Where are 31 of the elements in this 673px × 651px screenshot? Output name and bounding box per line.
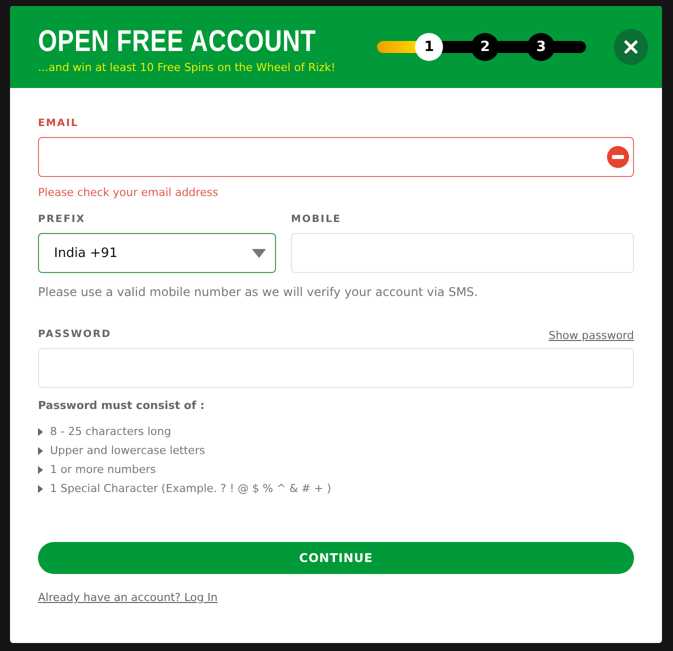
rule-text: Upper and lowercase letters [50,444,206,457]
show-password-link[interactable]: Show password [548,329,634,342]
bullet-icon [38,446,43,454]
field-label: EMAIL [38,118,80,129]
mobile-field[interactable] [291,233,634,273]
login-link[interactable]: Already have an account? Log In [38,591,218,604]
field-label: PREFIX [38,214,86,225]
rule-text: 1 Special Character (Example. ? ! @ $ % ^ & # + ) [50,482,332,495]
email-field[interactable] [38,137,634,177]
bullet-icon [38,428,43,436]
hint-text: Please use a valid mobile number as we will verify your account via SMS. [38,285,479,299]
rule-text: 1 or more numbers [50,463,156,476]
step-indicator: 1 [415,33,444,61]
password-field[interactable] [38,348,634,388]
subtitle: ...and win at least 10 Free Spins on the Wheel of Rizk! [38,60,336,74]
close-icon [624,40,638,54]
bullet-icon [38,466,43,474]
bullet-icon [38,484,43,492]
prefix-dropdown[interactable]: India +91 [38,233,276,273]
rules-heading: Password must consist of : [38,399,206,412]
error-message: Please check your email address [38,186,220,199]
modal-title: OPEN FREE ACCOUNT [38,24,316,58]
error-icon [607,146,629,168]
step-indicator: 2 [471,33,500,61]
step-indicator: 3 [527,33,556,61]
continue-button[interactable]: CONTINUE [38,542,634,574]
dropdown-caret-icon [252,248,266,258]
close-button[interactable] [614,29,648,65]
field-label: MOBILE [291,214,342,225]
field-label: PASSWORD [38,329,112,340]
rule-text: 8 - 25 characters long [50,425,172,438]
